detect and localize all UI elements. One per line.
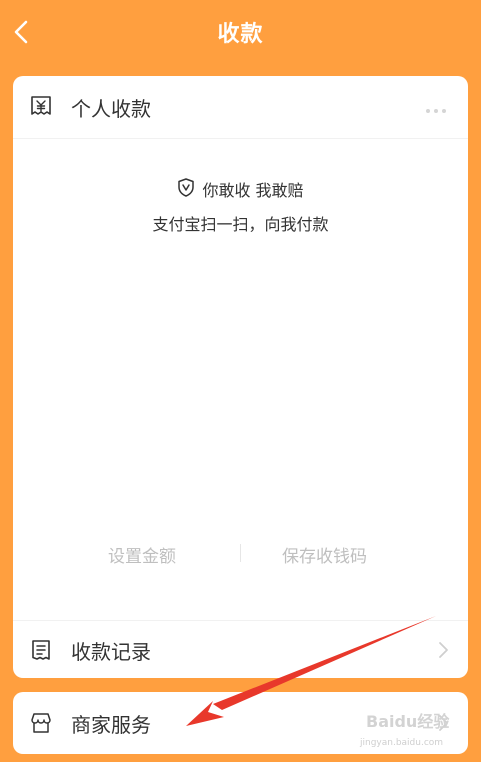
more-dots-icon[interactable]	[426, 98, 450, 114]
chevron-right-icon	[438, 641, 450, 659]
scan-hint: 支付宝扫一扫，向我付款	[152, 215, 329, 234]
receipt-list-icon	[29, 638, 53, 662]
nav-bar: 收款	[0, 0, 481, 64]
personal-collect-header: 个人收款	[13, 76, 468, 139]
yuan-receipt-icon	[29, 95, 53, 119]
qr-actions: 设置金额 保存收钱码	[13, 538, 468, 568]
shield-v-icon	[177, 177, 202, 201]
store-icon	[29, 711, 53, 735]
watermark-brand: Baidu经验	[366, 712, 450, 731]
set-amount-button[interactable]: 设置金额	[108, 542, 176, 567]
actions-divider	[240, 544, 241, 562]
collection-records-label: 收款记录	[71, 639, 151, 664]
watermark-url: jingyan.baidu.com	[360, 738, 444, 748]
collection-records-row[interactable]: 收款记录	[13, 620, 468, 679]
personal-collect-title: 个人收款	[71, 96, 151, 121]
guarantee-text: 你敢收 我敢赔	[202, 181, 304, 200]
page-title: 收款	[217, 22, 264, 47]
personal-collect-card: 个人收款 你敢收 我敢赔 支付宝扫一扫，向我付款 设置金额 保存收钱码 收款记录	[13, 76, 468, 678]
merchant-service-label: 商家服务	[71, 712, 151, 737]
save-code-button[interactable]: 保存收钱码	[282, 542, 367, 567]
guarantee-line: 你敢收 我敢赔	[13, 177, 468, 201]
